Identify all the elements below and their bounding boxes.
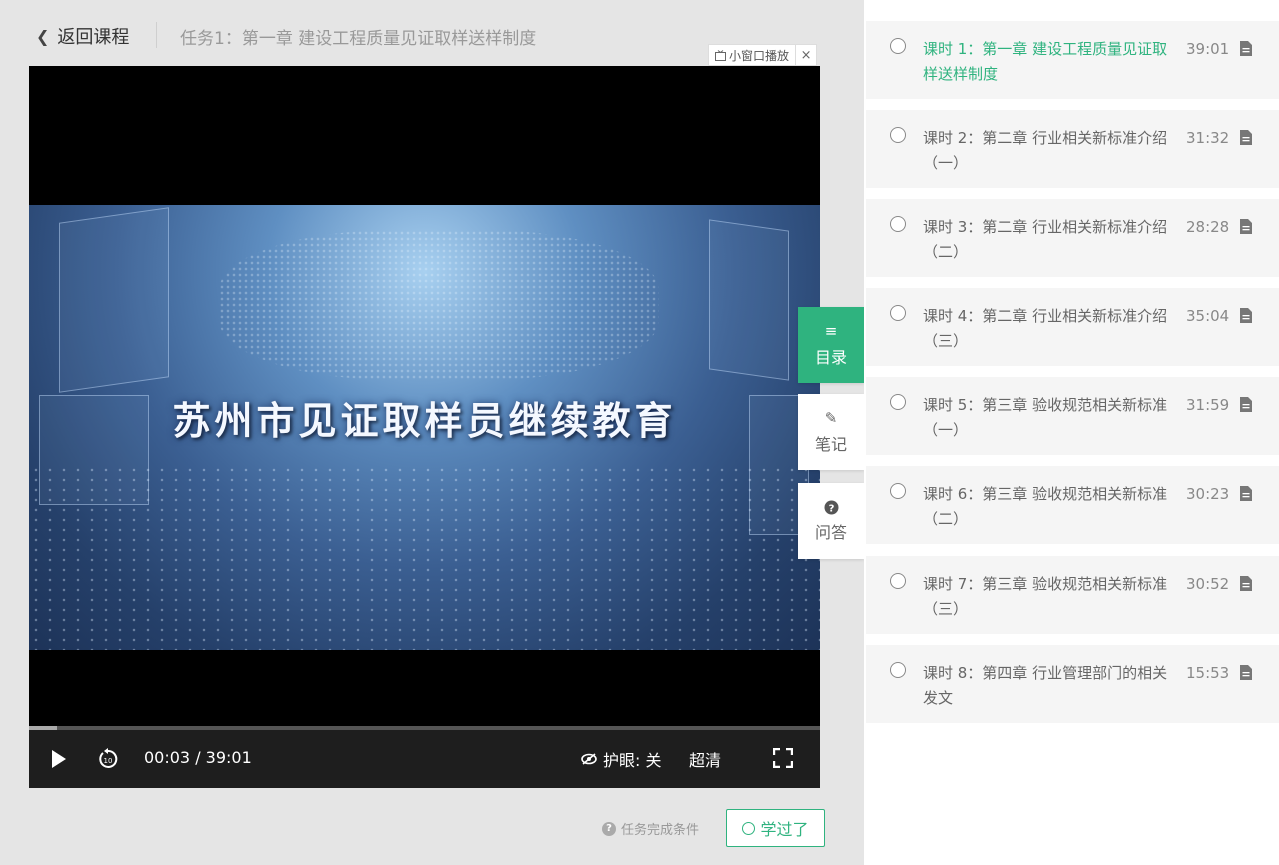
- time-display: 00:03 / 39:01: [144, 748, 252, 767]
- document-icon: [1240, 576, 1252, 591]
- tab-qa-label: 问答: [814, 522, 847, 542]
- header: ❮ 返回课程 任务1：第一章 建设工程质量见证取样送样制度 小窗口播放 ×: [0, 0, 864, 68]
- mini-player-button[interactable]: 小窗口播放: [709, 45, 797, 65]
- lesson-duration: 31:59: [1186, 396, 1230, 414]
- lesson-item[interactable]: 课时 4：第二章 行业相关新标准介绍（三） 35:04: [866, 288, 1279, 366]
- document-icon: [1240, 486, 1252, 501]
- svg-text:?: ?: [828, 503, 834, 514]
- header-divider: [156, 22, 157, 48]
- world-map-graphic: [219, 230, 659, 380]
- circle-icon: [742, 821, 756, 835]
- lesson-name: 课时 3：第二章 行业相关新标准介绍（二）: [923, 218, 1168, 261]
- grid-floor-graphic: [29, 465, 820, 650]
- back-label: 返回课程: [57, 27, 130, 48]
- control-bar: 10 00:03 / 39:01 护眼: 关 超清: [29, 730, 820, 788]
- tab-catalog-label: 目录: [814, 348, 847, 367]
- lesson-duration: 28:28: [1186, 218, 1230, 236]
- lesson-duration: 31:32: [1186, 129, 1230, 147]
- video-player[interactable]: 苏州市见证取样员继续教育 10 00:03 / 39:01 护眼: 关 超清: [29, 66, 820, 788]
- video-frame: 苏州市见证取样员继续教育: [29, 205, 820, 650]
- radio-circle-icon: [890, 573, 906, 589]
- radio-circle-icon: [890, 394, 906, 410]
- tv-icon: [715, 49, 726, 61]
- document-icon: [1240, 308, 1252, 323]
- decor-panel: [709, 219, 789, 381]
- eye-protection-toggle[interactable]: 护眼: 关: [581, 747, 661, 771]
- pencil-icon: ✎: [824, 409, 838, 427]
- document-icon: [1240, 41, 1252, 56]
- document-icon: [1240, 397, 1252, 412]
- lesson-item[interactable]: 课时 6：第三章 验收规范相关新标准（二） 30:23: [866, 466, 1279, 544]
- tab-catalog[interactable]: ≡ 目录: [798, 307, 864, 383]
- eye-off-icon: [581, 753, 597, 765]
- radio-circle-icon: [890, 483, 906, 499]
- lesson-name: 课时 5：第三章 验收规范相关新标准（一）: [923, 396, 1168, 439]
- replay-10-icon[interactable]: 10: [97, 748, 119, 770]
- task-title: 任务1：第一章 建设工程质量见证取样送样制度: [180, 29, 537, 49]
- back-to-course-link[interactable]: ❮ 返回课程: [36, 22, 129, 50]
- complete-condition-label: 任务完成条件: [621, 823, 700, 838]
- lesson-item[interactable]: 课时 3：第二章 行业相关新标准介绍（二） 28:28: [866, 199, 1279, 277]
- radio-circle-icon: [890, 216, 906, 232]
- lesson-name: 课时 8：第四章 行业管理部门的相关发文: [923, 664, 1168, 707]
- document-icon: [1240, 219, 1252, 234]
- chevron-left-icon: ❮: [36, 26, 50, 46]
- lesson-duration: 30:52: [1186, 575, 1230, 593]
- lesson-name: 课时 6：第三章 验收规范相关新标准（二）: [923, 485, 1168, 528]
- document-icon: [1240, 665, 1252, 680]
- lesson-duration: 15:53: [1186, 664, 1230, 682]
- play-icon[interactable]: [51, 749, 67, 769]
- question-icon: ?: [824, 500, 838, 514]
- document-icon: [1240, 130, 1252, 145]
- radio-circle-icon: [890, 38, 906, 54]
- mini-player-control: 小窗口播放 ×: [708, 44, 818, 66]
- video-title-text: 苏州市见证取样员继续教育: [172, 398, 677, 443]
- help-icon: ?: [602, 821, 616, 836]
- svg-text:10: 10: [104, 757, 113, 765]
- lesson-name: 课时 2：第二章 行业相关新标准介绍（一）: [923, 129, 1168, 172]
- lesson-item[interactable]: 课时 8：第四章 行业管理部门的相关发文 15:53: [866, 645, 1279, 723]
- mini-player-close-icon[interactable]: ×: [796, 48, 816, 63]
- learned-button-label: 学过了: [760, 820, 809, 839]
- lesson-duration: 39:01: [1186, 40, 1230, 58]
- radio-circle-icon: [890, 662, 906, 678]
- lesson-name: 课时 1：第一章 建设工程质量见证取样送样制度: [923, 40, 1168, 83]
- tab-notes[interactable]: ✎ 笔记: [798, 394, 864, 470]
- fullscreen-icon[interactable]: [773, 748, 793, 768]
- lesson-item[interactable]: 课时 7：第三章 验收规范相关新标准（三） 30:52: [866, 556, 1279, 634]
- mini-player-label: 小窗口播放: [729, 48, 790, 63]
- eye-protection-label: 护眼: 关: [603, 751, 662, 770]
- lesson-item[interactable]: 课时 5：第三章 验收规范相关新标准（一） 31:59: [866, 377, 1279, 455]
- tab-qa[interactable]: ? 问答: [798, 483, 864, 559]
- radio-circle-icon: [890, 127, 906, 143]
- learned-button[interactable]: 学过了: [726, 809, 825, 847]
- lesson-duration: 30:23: [1186, 485, 1230, 503]
- lesson-list-panel: 课时 1：第一章 建设工程质量见证取样送样制度 39:01 课时 2：第二章 行业相…: [864, 0, 1279, 865]
- list-icon: ≡: [824, 322, 838, 340]
- decor-panel: [59, 207, 169, 393]
- radio-circle-icon: [890, 305, 906, 321]
- lesson-name: 课时 4：第二章 行业相关新标准介绍（三）: [923, 307, 1168, 350]
- lesson-item[interactable]: 课时 2：第二章 行业相关新标准介绍（一） 31:32: [866, 110, 1279, 188]
- lesson-name: 课时 7：第三章 验收规范相关新标准（三）: [923, 575, 1168, 618]
- lesson-duration: 35:04: [1186, 307, 1230, 325]
- lesson-item[interactable]: 课时 1：第一章 建设工程质量见证取样送样制度 39:01: [866, 21, 1279, 99]
- task-complete-condition[interactable]: ? 任务完成条件: [602, 819, 699, 838]
- tab-notes-label: 笔记: [814, 435, 847, 454]
- quality-selector[interactable]: 超清: [689, 747, 721, 771]
